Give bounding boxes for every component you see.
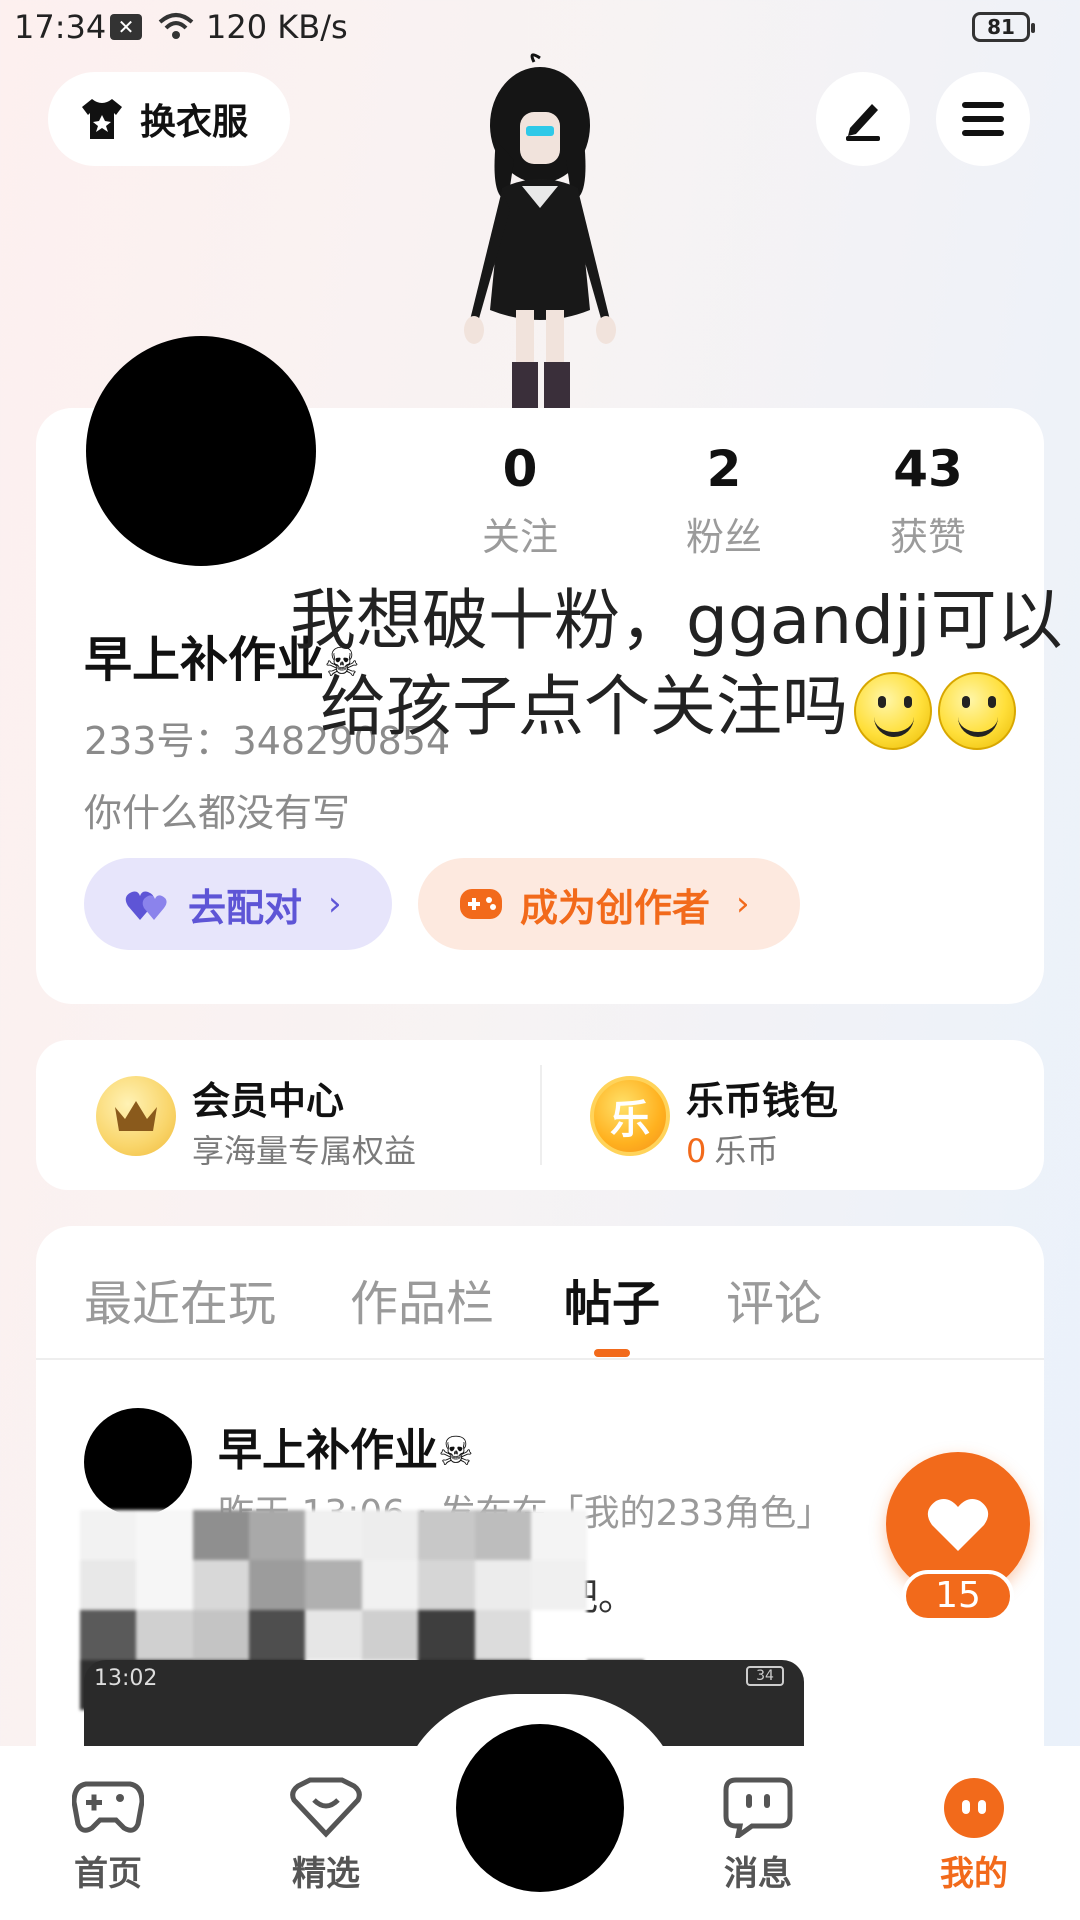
post-author-name: 早上补作业 <box>218 1425 438 1476</box>
smiley-emoji-icon <box>938 671 1016 750</box>
wallet-title[interactable]: 乐币钱包 <box>686 1070 838 1125</box>
overlay-caption-line2: 给孩子点个关注吗 <box>320 668 848 745</box>
match-label: 去配对 <box>188 885 303 930</box>
skull-emoji-icon: ☠ <box>438 1429 474 1475</box>
heart-diamond-icon <box>290 1777 362 1838</box>
avatar-character[interactable] <box>430 50 650 410</box>
tab-posts[interactable]: 帖子 <box>564 1264 660 1334</box>
tab-divider <box>36 1358 1044 1360</box>
nav-featured-label: 精选 <box>292 1854 360 1894</box>
crown-shape <box>115 1101 157 1131</box>
wallet-count: 0 <box>686 1132 707 1170</box>
shirt-icon <box>82 99 122 139</box>
menu-button[interactable] <box>936 72 1030 166</box>
wifi-icon <box>158 13 194 39</box>
become-creator-button[interactable]: 成为创作者 › <box>418 858 800 950</box>
stat-fans[interactable]: 2 粉丝 <box>644 440 804 561</box>
active-tab-indicator <box>594 1349 630 1357</box>
double-heart-icon <box>125 891 167 920</box>
like-count: 15 <box>902 1570 1014 1622</box>
status-time: 17:34 <box>14 8 107 46</box>
smiley-emoji-icon <box>854 671 932 750</box>
network-speed: 120 KB/s <box>206 8 348 46</box>
fans-label: 粉丝 <box>685 515 762 559</box>
le-coin-icon[interactable]: 乐 <box>590 1076 670 1156</box>
username-text: 早上补作业 <box>84 632 325 688</box>
hamburger-icon <box>962 102 1004 136</box>
likes-count: 43 <box>893 440 963 498</box>
thumbnail-battery: 34 <box>746 1666 784 1686</box>
nav-me-label: 我的 <box>940 1854 1008 1894</box>
divider <box>540 1065 542 1165</box>
stat-following[interactable]: 0 关注 <box>440 440 600 561</box>
battery-indicator: 81 <box>972 12 1035 42</box>
become-creator-label: 成为创作者 <box>520 885 711 930</box>
profile-avatar[interactable] <box>86 336 316 566</box>
pencil-icon <box>846 104 880 141</box>
post-author[interactable]: 早上补作业☠ <box>218 1414 474 1478</box>
vip-center-title[interactable]: 会员中心 <box>192 1070 344 1125</box>
following-label: 关注 <box>481 515 558 559</box>
profile-bio: 你什么都没有写 <box>84 791 351 835</box>
match-button[interactable]: 去配对 › <box>84 858 392 950</box>
likes-label: 获赞 <box>889 515 966 559</box>
chevron-right-icon: › <box>328 884 342 924</box>
chat-bubble-icon <box>723 1777 793 1842</box>
crown-icon[interactable] <box>96 1076 176 1156</box>
following-count: 0 <box>502 440 538 498</box>
nav-me[interactable]: 我的 <box>904 1776 1044 1895</box>
edit-profile-button[interactable] <box>816 72 910 166</box>
nav-home-label: 首页 <box>74 1854 142 1894</box>
tab-works[interactable]: 作品栏 <box>350 1264 494 1334</box>
gamepad-icon <box>460 889 502 919</box>
center-create-button[interactable] <box>456 1724 624 1892</box>
tab-comments[interactable]: 评论 <box>726 1264 822 1334</box>
heart-icon <box>927 1499 989 1551</box>
wallet-unit: 乐币 <box>714 1132 779 1170</box>
chevron-right-icon: › <box>736 884 750 924</box>
overlay-caption: 我想破十粉，ggandjj可以 给孩子点个关注吗 <box>290 578 1080 750</box>
change-outfit-button[interactable]: 换衣服 <box>48 72 290 166</box>
nav-home[interactable]: 首页 <box>38 1776 178 1895</box>
nav-featured[interactable]: 精选 <box>256 1776 396 1895</box>
tab-recently-played[interactable]: 最近在玩 <box>84 1264 276 1334</box>
change-outfit-label: 换衣服 <box>140 102 249 143</box>
post-author-avatar[interactable] <box>84 1408 192 1516</box>
vip-center-subtitle[interactable]: 享海量专属权益 <box>192 1126 416 1172</box>
fans-count: 2 <box>706 440 742 498</box>
stat-likes[interactable]: 43 获赞 <box>848 440 1008 561</box>
gamepad-icon <box>71 1781 145 1833</box>
thumbnail-time: 13:02 <box>94 1666 158 1691</box>
nav-messages-label: 消息 <box>724 1854 792 1894</box>
notification-x-icon: ✕ <box>110 14 142 40</box>
profile-face-icon <box>944 1778 1004 1838</box>
overlay-caption-line1: 我想破十粉，ggandjj可以 <box>290 582 1063 659</box>
overlay-caption-line2-row: 给孩子点个关注吗 <box>290 664 1080 750</box>
nav-messages[interactable]: 消息 <box>688 1776 828 1895</box>
wallet-balance[interactable]: 0 乐币 <box>686 1126 778 1172</box>
